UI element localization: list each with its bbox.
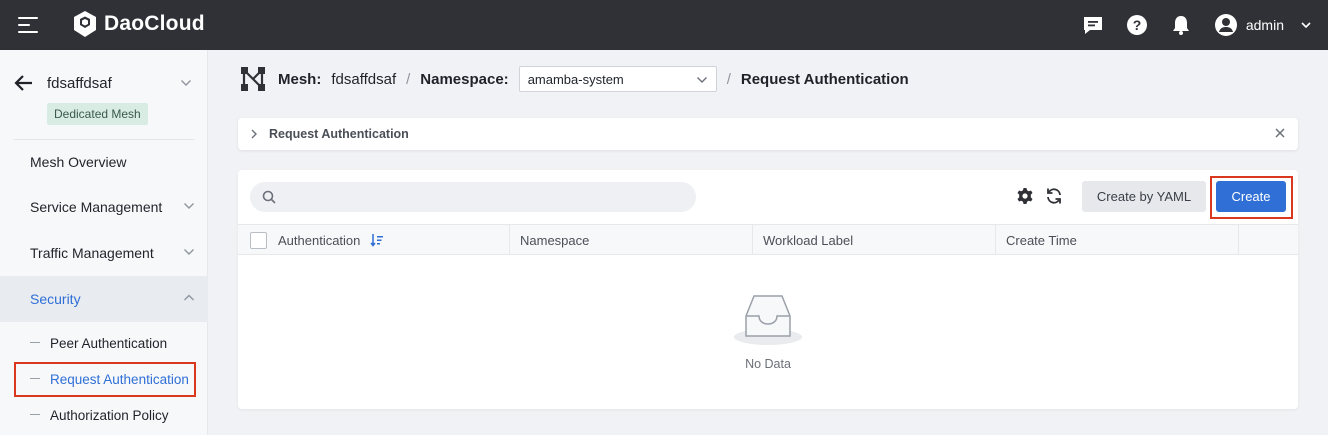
sidebar-item-label: Traffic Management xyxy=(30,245,154,261)
namespace-label: Namespace: xyxy=(420,70,509,88)
search-input[interactable] xyxy=(284,189,684,205)
menu-icon[interactable] xyxy=(18,17,38,33)
column-header-label: Authentication xyxy=(278,232,361,248)
chevron-down-icon xyxy=(184,203,194,209)
mesh-name[interactable]: fdsaffdsaf xyxy=(47,75,112,92)
column-header-label: Create Time xyxy=(1006,232,1077,248)
create-by-yaml-button[interactable]: Create by YAML xyxy=(1082,181,1206,212)
chevron-down-icon xyxy=(1301,22,1311,29)
namespace-selected-value: amamba-system xyxy=(527,71,624,87)
info-panel-collapse[interactable]: Request Authentication xyxy=(238,118,1298,150)
sidebar-item-security[interactable]: Security xyxy=(0,276,208,322)
user-avatar-icon xyxy=(1214,14,1237,36)
sidebar-item-traffic-management[interactable]: Traffic Management xyxy=(0,230,208,276)
breadcrumb: Mesh: fdsaffdsaf / Namespace: amamba-sys… xyxy=(240,64,909,94)
chevron-down-icon xyxy=(184,249,194,255)
sidebar-subitem-peer-authentication[interactable]: Peer Authentication xyxy=(0,325,208,361)
dash xyxy=(30,342,40,343)
highlight-box xyxy=(14,362,196,397)
dash xyxy=(30,414,40,415)
sidebar-subitem-authorization-policy[interactable]: Authorization Policy xyxy=(0,397,208,433)
mesh-header: fdsaffdsaf Dedicated Mesh xyxy=(0,50,208,140)
mesh-type-badge: Dedicated Mesh xyxy=(47,103,148,125)
chevron-down-icon[interactable] xyxy=(180,78,192,88)
namespace-select[interactable]: amamba-system xyxy=(518,66,717,92)
breadcrumb-separator: / xyxy=(406,70,411,88)
sidebar-subitem-label: Authorization Policy xyxy=(50,407,169,423)
column-header-label: Workload Label xyxy=(763,232,854,248)
sidebar-subitem-label: Peer Authentication xyxy=(50,335,168,351)
svg-text:?: ? xyxy=(1133,17,1142,33)
search-box[interactable] xyxy=(250,182,696,212)
breadcrumb-separator: / xyxy=(726,70,731,88)
empty-inbox-icon xyxy=(734,295,802,345)
chevron-down-icon xyxy=(696,77,707,83)
gear-icon[interactable] xyxy=(1016,187,1034,205)
sidebar-item-mesh-overview[interactable]: Mesh Overview xyxy=(0,139,208,185)
sidebar-item-service-management[interactable]: Service Management xyxy=(0,184,208,230)
search-icon xyxy=(262,190,276,204)
highlight-box xyxy=(1210,176,1293,219)
table-header: Authentication Namespace Workload Label … xyxy=(238,224,1298,255)
column-header-workload-label[interactable]: Workload Label xyxy=(753,225,996,255)
top-bar: DaoCloud ? admin xyxy=(0,0,1328,50)
select-all-checkbox[interactable] xyxy=(250,231,267,249)
close-icon[interactable] xyxy=(1274,127,1286,139)
mesh-value: fdsaffdsaf xyxy=(331,70,397,88)
empty-state: No Data xyxy=(728,292,808,371)
column-header-label: Namespace xyxy=(520,232,590,248)
brand-name: DaoCloud xyxy=(104,12,205,35)
bell-icon[interactable] xyxy=(1170,14,1192,36)
help-icon[interactable]: ? xyxy=(1126,14,1148,36)
message-icon[interactable] xyxy=(1082,14,1104,36)
username: admin xyxy=(1245,17,1284,33)
logo[interactable]: DaoCloud xyxy=(72,10,205,38)
resource-list-card: Create by YAML Create Authentication Nam… xyxy=(238,170,1298,409)
empty-state-text: No Data xyxy=(745,357,791,371)
info-panel-title: Request Authentication xyxy=(269,127,409,141)
sidebar-item-label: Mesh Overview xyxy=(30,154,127,170)
column-header-authentication[interactable]: Authentication xyxy=(238,225,510,255)
sort-icon[interactable] xyxy=(370,233,384,247)
sidebar-item-label: Service Management xyxy=(30,199,163,215)
column-header-actions xyxy=(1239,225,1298,255)
mesh-topology-icon xyxy=(240,66,266,92)
mesh-label: Mesh: xyxy=(278,70,322,88)
user-menu[interactable]: admin xyxy=(1214,13,1312,37)
chevron-right-icon xyxy=(250,129,258,139)
column-header-namespace[interactable]: Namespace xyxy=(510,225,753,255)
column-header-create-time[interactable]: Create Time xyxy=(996,225,1239,255)
sidebar-item-label: Security xyxy=(30,291,81,307)
chevron-up-icon xyxy=(184,294,194,301)
arrow-left-icon[interactable] xyxy=(14,74,34,92)
page-title: Request Authentication xyxy=(740,70,909,88)
daocloud-logo-icon xyxy=(74,11,96,37)
refresh-icon[interactable] xyxy=(1045,187,1063,205)
